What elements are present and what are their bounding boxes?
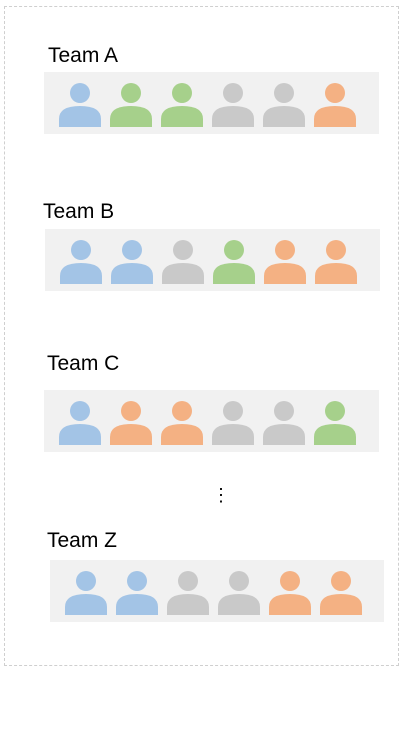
person-icon — [116, 571, 158, 615]
team-strip-b — [45, 229, 380, 291]
team-label-c: Team C — [47, 352, 120, 375]
person-icon — [212, 83, 254, 127]
person-icon — [167, 571, 209, 615]
person-icon — [320, 571, 362, 615]
person-icon — [161, 401, 203, 445]
team-b-members — [60, 240, 357, 284]
team-c-members — [59, 401, 356, 445]
team-label-z: Team Z — [47, 529, 118, 552]
person-icon — [263, 83, 305, 127]
person-icon — [269, 571, 311, 615]
person-icon — [111, 240, 153, 284]
person-icon — [263, 401, 305, 445]
team-label-a: Team A — [48, 44, 119, 67]
person-icon — [218, 571, 260, 615]
person-icon — [264, 240, 306, 284]
person-icon — [110, 83, 152, 127]
team-z-members — [65, 571, 362, 615]
team-label-b: Team B — [43, 200, 115, 223]
team-strip-c — [44, 390, 379, 452]
person-icon — [212, 401, 254, 445]
person-icon — [59, 401, 101, 445]
person-icon — [162, 240, 204, 284]
team-strip-z — [50, 560, 384, 622]
person-icon — [315, 240, 357, 284]
more-teams-ellipsis: ⋮ — [212, 485, 230, 505]
person-icon — [60, 240, 102, 284]
person-icon — [213, 240, 255, 284]
person-icon — [314, 401, 356, 445]
person-icon — [65, 571, 107, 615]
team-a-members — [59, 83, 356, 127]
person-icon — [161, 83, 203, 127]
person-icon — [110, 401, 152, 445]
person-icon — [314, 83, 356, 127]
team-strip-a — [44, 72, 379, 134]
person-icon — [59, 83, 101, 127]
